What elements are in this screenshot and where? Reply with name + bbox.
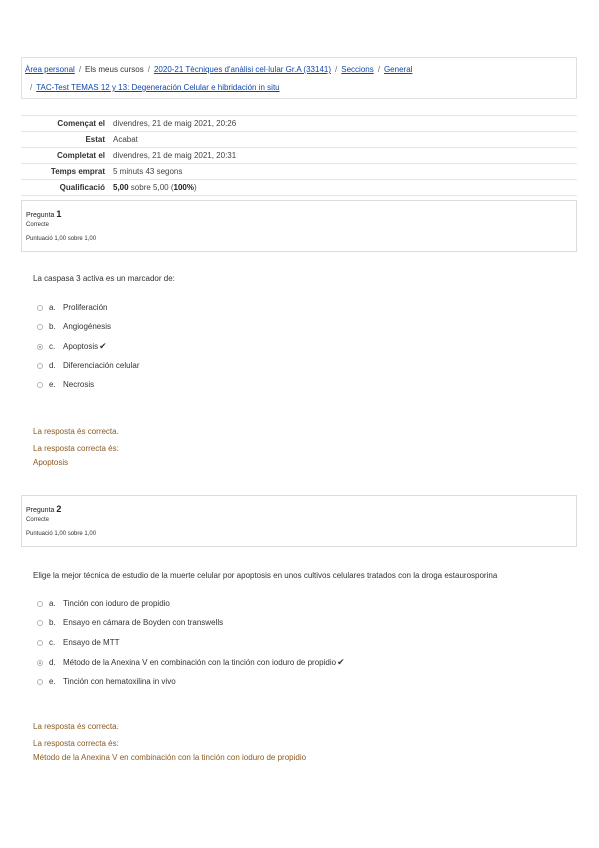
grade-percent: 100% — [173, 183, 194, 192]
breadcrumb-link-quiz[interactable]: TAC-Test TEMAS 12 y 13: Degeneración Cel… — [36, 83, 279, 92]
answer-option[interactable]: e. Necrosis — [37, 380, 94, 389]
question-number: Pregunta 2 — [26, 504, 61, 514]
checkmark-icon: ✔ — [99, 341, 107, 351]
answer-letter: c. — [49, 342, 56, 351]
radio-button[interactable] — [37, 362, 43, 369]
radio-button[interactable] — [37, 639, 43, 646]
answer-option-selected[interactable]: c. Apoptosis ✔ — [37, 341, 107, 352]
answer-option[interactable]: b. Ensayo en cámara de Boyden con transwe… — [37, 618, 223, 627]
question-info-2: Pregunta 2 Correcte Puntuació 1,00 sobre… — [21, 495, 577, 547]
summary-row-completed: Completat el divendres, 21 de maig 2021,… — [21, 147, 577, 163]
answer-text: Método de la Anexina V en combinación co… — [63, 658, 337, 667]
summary-label: Començat el — [57, 119, 105, 128]
answer-text: Necrosis — [63, 380, 95, 389]
answer-text: Angiogénesis — [63, 322, 112, 331]
answer-letter: d. — [49, 361, 56, 370]
grade-total: sobre 5,00 ( — [128, 183, 174, 192]
answer-letter: a. — [49, 599, 56, 608]
breadcrumb-item-courses: Els meus cursos — [85, 65, 144, 74]
breadcrumb-line-1: Àrea personal / Els meus cursos/2020-21 Tè… — [25, 65, 412, 74]
question-points: Puntuació 1,00 sobre 1,00 — [26, 236, 97, 242]
answer-letter: c. — [49, 638, 56, 647]
answer-letter: e. — [49, 677, 56, 686]
breadcrumb-link-course[interactable]: 2020-21 Tècniques d'anàlisi cel·lular Gr… — [154, 65, 331, 74]
answer-letter: b. — [49, 322, 56, 331]
breadcrumb-link-general[interactable]: General — [384, 65, 412, 74]
breadcrumb-separator: / — [377, 65, 380, 74]
answer-option[interactable]: e. Tinción con hematoxilina in vivo — [37, 677, 176, 686]
answer-option-selected[interactable]: d. Método de la Anexina V en combinación … — [37, 657, 345, 668]
breadcrumb-line-2: / TAC-Test TEMAS 12 y 13: Degeneración Ce… — [25, 83, 280, 92]
quiz-summary-table: Començat el divendres, 21 de maig 2021, … — [21, 115, 577, 196]
breadcrumb-separator: / — [78, 65, 82, 74]
question-info-1: Pregunta 1 Correcte Puntuació 1,00 sobre… — [21, 200, 577, 252]
answer-option[interactable]: a. Proliferación — [37, 303, 107, 312]
answer-text: Tinción con hematoxilina in vivo — [63, 677, 176, 686]
answer-text: Ensayo en cámara de Boyden con transwell… — [63, 618, 224, 627]
answer-letter: d. — [49, 658, 56, 667]
radio-button-selected[interactable] — [37, 659, 43, 666]
summary-value: 5 minuts 43 segons — [113, 167, 183, 176]
correct-answer-label: La resposta correcta és: — [33, 739, 119, 748]
answer-text: Proliferación — [63, 303, 108, 312]
answer-text: Tinción con ioduro de propidio — [63, 599, 170, 608]
question-status: Correcte — [26, 222, 50, 228]
answer-option[interactable]: c. Ensayo de MTT — [37, 638, 119, 647]
question-text: Elige la mejor técnica de estudio de la … — [33, 571, 498, 580]
summary-value: divendres, 21 de maig 2021, 20:26 — [113, 119, 237, 128]
summary-value: Acabat — [113, 135, 138, 144]
answer-text: Ensayo de MTT — [63, 638, 120, 647]
summary-label: Completat el — [56, 151, 105, 160]
grade-close: ) — [193, 183, 197, 192]
question-number-value: 1 — [56, 209, 62, 219]
correct-answer-label: La resposta correcta és: — [33, 444, 119, 453]
breadcrumb-separator: / — [335, 65, 338, 74]
breadcrumb-separator: / — [147, 65, 150, 74]
feedback-text: La resposta és correcta. — [33, 427, 119, 436]
correct-answer-text: Método de la Anexina V en combinación co… — [33, 753, 307, 762]
question-label: Pregunta — [26, 212, 55, 219]
summary-label: Estat — [85, 135, 105, 144]
radio-button[interactable] — [37, 381, 43, 388]
question-number-value: 2 — [56, 504, 62, 514]
radio-button[interactable] — [37, 304, 43, 311]
summary-row-time: Temps emprat 5 minuts 43 segons — [21, 163, 577, 179]
radio-button[interactable] — [37, 619, 43, 626]
question-points: Puntuació 1,00 sobre 1,00 — [26, 531, 97, 537]
answer-option[interactable]: a. Tinción con ioduro de propidio — [37, 599, 170, 608]
question-number: Pregunta 1 — [26, 209, 61, 219]
radio-button[interactable] — [37, 323, 43, 330]
checkmark-icon: ✔ — [337, 657, 345, 667]
answer-text: Diferenciación celular — [63, 361, 140, 370]
breadcrumb-separator: / — [30, 83, 33, 92]
radio-button[interactable] — [37, 600, 43, 607]
feedback-text: La resposta és correcta. — [33, 722, 119, 731]
answer-option[interactable]: d. Diferenciación celular — [37, 361, 139, 370]
summary-label: Temps emprat — [50, 167, 105, 176]
radio-button-selected[interactable] — [37, 343, 43, 350]
correct-answer-text: Apoptosis — [33, 458, 69, 467]
breadcrumb-link-sections[interactable]: Seccions — [341, 65, 373, 74]
summary-value: 5,00 sobre 5,00 (100%) — [105, 183, 197, 192]
question-text: La caspasa 3 activa es un marcador de: — [33, 274, 175, 283]
summary-label: Qualificació — [59, 183, 105, 192]
question-status: Correcte — [26, 517, 50, 523]
answer-letter: e. — [49, 380, 56, 389]
breadcrumb-link-area-personal[interactable]: Àrea personal — [25, 65, 75, 74]
answer-option[interactable]: b. Angiogénesis — [37, 322, 111, 331]
summary-row-state: Estat Acabat — [21, 131, 577, 147]
answer-text: Apoptosis — [63, 342, 99, 351]
breadcrumb: Àrea personal / Els meus cursos/2020-21 Tè… — [21, 57, 577, 99]
summary-row-grade: Qualificació 5,00 sobre 5,00 (100%) — [21, 179, 577, 196]
radio-button[interactable] — [37, 678, 43, 685]
question-label: Pregunta — [26, 507, 55, 514]
grade-score: 5,00 — [113, 183, 129, 192]
answer-letter: b. — [49, 618, 56, 627]
answer-letter: a. — [49, 303, 56, 312]
summary-value: divendres, 21 de maig 2021, 20:31 — [113, 151, 237, 160]
summary-row-started: Començat el divendres, 21 de maig 2021, … — [21, 115, 577, 131]
